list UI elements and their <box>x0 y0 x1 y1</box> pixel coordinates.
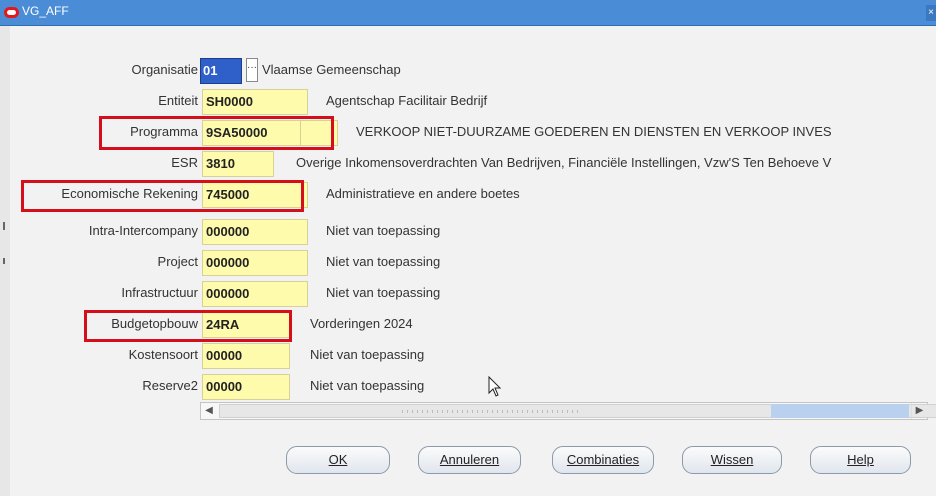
mouse-pointer-icon <box>488 376 502 397</box>
esr-label: ESR <box>171 155 198 170</box>
close-icon[interactable]: × <box>926 5 936 21</box>
economische-rekening-description: Administratieve en andere boetes <box>326 186 520 201</box>
organisatie-label: Organisatie <box>131 62 198 77</box>
organisatie-field[interactable]: 01 <box>200 58 242 84</box>
project-label: Project <box>157 254 198 269</box>
left-strip <box>0 26 10 496</box>
ellipsis-icon[interactable]: ··· <box>246 58 258 82</box>
esr-description: Overige Inkomensoverdrachten Van Bedrijv… <box>296 155 832 170</box>
programma-extra-field[interactable] <box>300 120 338 146</box>
reserve2-description: Niet van toepassing <box>310 378 425 393</box>
economische-rekening-label: Economische Rekening <box>61 186 198 201</box>
wissen-button[interactable]: Wissen <box>682 446 782 474</box>
help-button[interactable]: Help <box>810 446 911 474</box>
reserve2-label: Reserve2 <box>142 378 198 393</box>
horizontal-scrollbar[interactable]: ◀ ▶ <box>200 402 936 420</box>
kostensoort-label: Kostensoort <box>128 347 198 362</box>
infrastructuur-label: Infrastructuur <box>121 285 198 300</box>
window-title: VG_AFF <box>22 4 69 18</box>
project-field[interactable]: 000000 <box>202 250 308 276</box>
project-description: Niet van toepassing <box>326 254 441 269</box>
help-label: Help <box>847 452 874 467</box>
scroll-left-icon[interactable]: ◀ <box>201 403 217 419</box>
entiteit-label: Entiteit <box>158 93 198 108</box>
annuleren-button[interactable]: Annuleren <box>418 446 521 474</box>
budgetopbouw-label: Budgetopbouw <box>111 316 198 331</box>
intra-intercompany-description: Niet van toepassing <box>326 223 441 238</box>
economische-rekening-field[interactable]: 745000 <box>202 182 308 208</box>
intra-intercompany-field[interactable]: 000000 <box>202 219 308 245</box>
strip-mark <box>3 222 5 230</box>
reserve2-field[interactable]: 00000 <box>202 374 290 400</box>
entiteit-description: Agentschap Facilitair Bedrijf <box>326 93 488 108</box>
organisatie-description: Vlaamse Gemeenschap <box>262 62 401 77</box>
ok-label: OK <box>328 452 348 467</box>
programma-label: Programma <box>130 124 198 139</box>
budgetopbouw-description: Vorderingen 2024 <box>310 316 413 331</box>
strip-mark <box>3 258 5 264</box>
window-titlebar: VG_AFF × <box>0 0 936 26</box>
intra-intercompany-label: Intra-Intercompany <box>88 223 198 238</box>
scroll-grip <box>402 410 580 413</box>
budgetopbouw-field[interactable]: 24RA <box>202 312 290 338</box>
scroll-track-highlight <box>771 404 909 418</box>
annuleren-label: Annuleren <box>439 452 500 467</box>
infrastructuur-description: Niet van toepassing <box>326 285 441 300</box>
combinaties-button[interactable]: Combinaties <box>552 446 654 474</box>
programma-description: VERKOOP NIET-DUURZAME GOEDEREN EN DIENST… <box>356 124 832 139</box>
infrastructuur-field[interactable]: 000000 <box>202 281 308 307</box>
scroll-right-icon[interactable]: ▶ <box>911 403 927 419</box>
ok-button[interactable]: OK <box>286 446 390 474</box>
wissen-label: Wissen <box>710 452 754 467</box>
entiteit-field[interactable]: SH0000 <box>202 89 308 115</box>
combinaties-label: Combinaties <box>566 452 640 467</box>
kostensoort-field[interactable]: 00000 <box>202 343 290 369</box>
oracle-logo-icon <box>4 7 19 18</box>
kostensoort-description: Niet van toepassing <box>310 347 425 362</box>
esr-field[interactable]: 3810 <box>202 151 274 177</box>
